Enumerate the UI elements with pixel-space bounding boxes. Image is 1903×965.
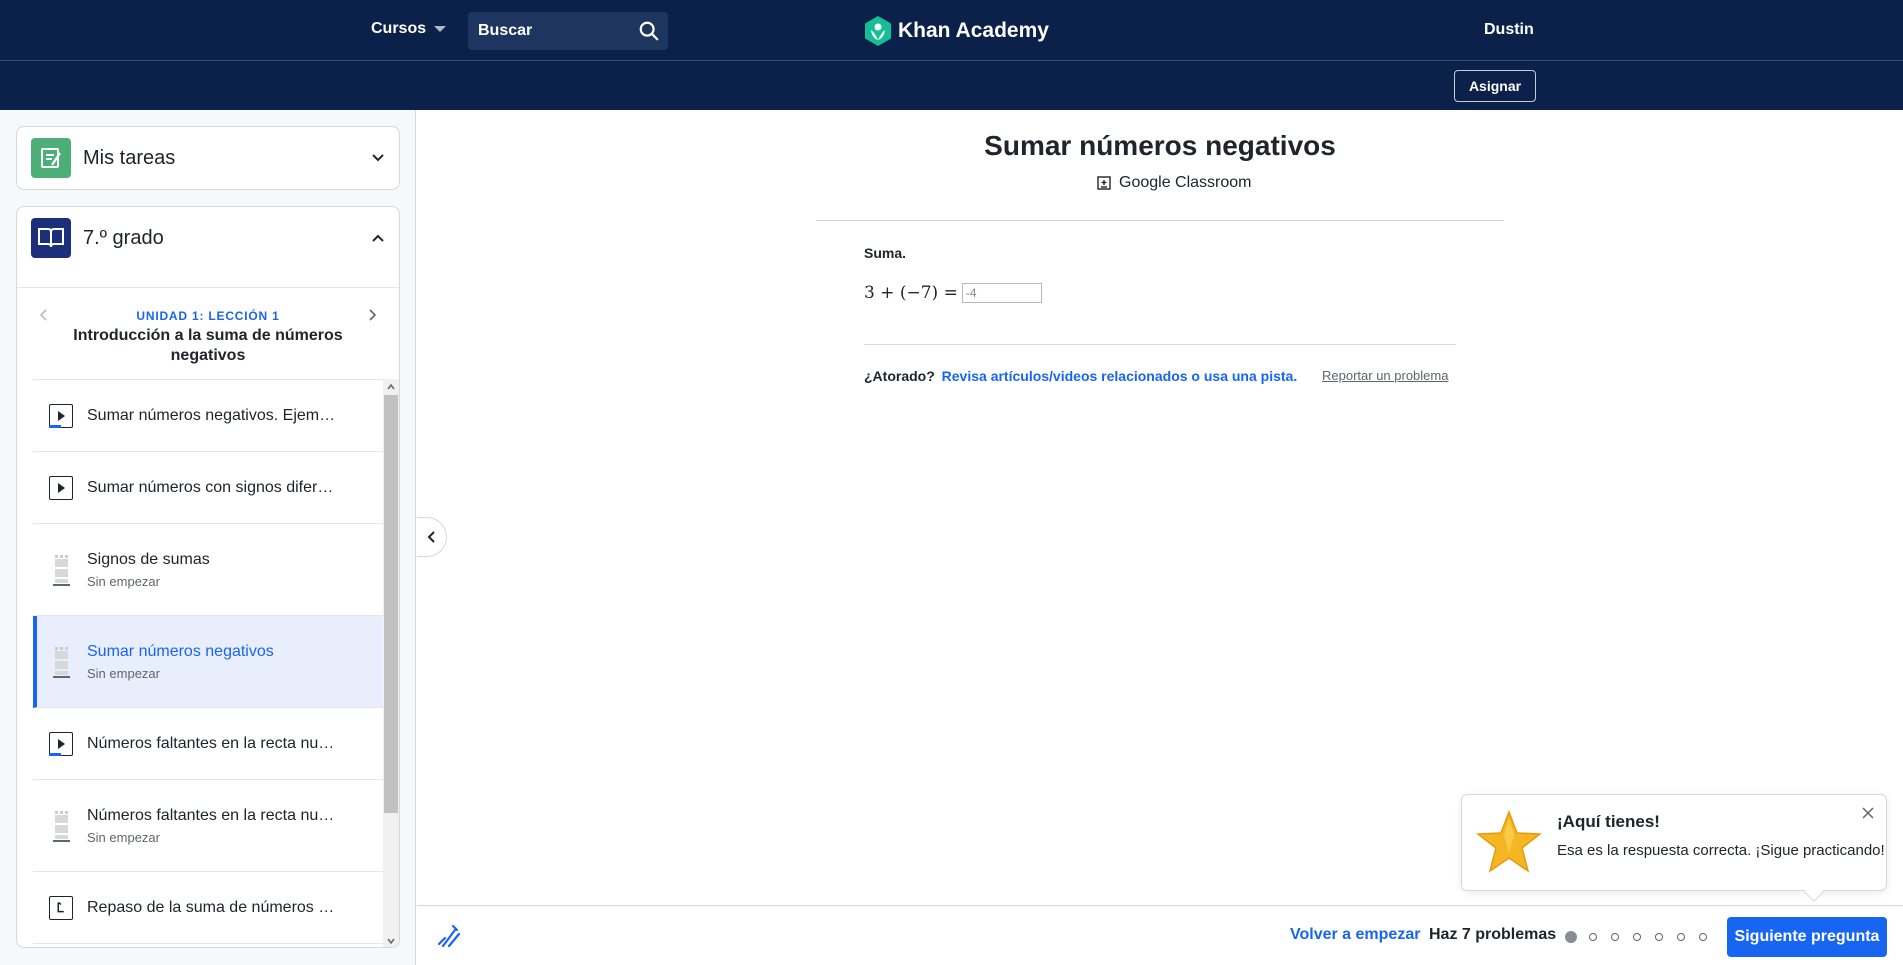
list-item[interactable]: Números faltantes en la recta numérica — [33, 708, 383, 780]
item-label: Números faltantes en la recta numérica — [87, 806, 337, 824]
item-label: Sumar números con signos diferentes — [87, 478, 337, 496]
list-item[interactable]: Sumar números con signos diferentes — [33, 452, 383, 524]
sidebar: Mis tareas 7.º grado UNIDAD 1: LECCIÓN 1… — [0, 110, 416, 965]
book-icon — [31, 218, 71, 258]
khan-logo-icon — [865, 16, 891, 46]
assign-button[interactable]: Asignar — [1454, 70, 1536, 102]
close-icon[interactable] — [1860, 805, 1876, 821]
next-lesson-icon[interactable] — [365, 308, 379, 322]
article-icon — [49, 895, 73, 920]
stuck-help: ¿Atorado? Revisa artículos/videos relaci… — [864, 368, 1297, 384]
item-status: Sin empezar — [87, 665, 160, 681]
item-label: Sumar números negativos. Ejemplo — [87, 406, 337, 424]
progress-dot — [1655, 933, 1663, 941]
star-icon — [1476, 809, 1542, 873]
progress-dot-complete — [1565, 931, 1577, 943]
problem-count: Haz 7 problemas — [1429, 926, 1557, 943]
progress-dot — [1611, 933, 1619, 941]
question-label: Suma. — [864, 245, 907, 261]
sidebar-scrollbar[interactable] — [383, 379, 399, 947]
equation: 3 + (−7) = — [864, 283, 1042, 303]
hint-link[interactable]: Revisa artículos/videos relacionados o u… — [942, 368, 1298, 384]
toast-message: Esa es la respuesta correcta. ¡Sigue pra… — [1557, 842, 1885, 859]
stuck-label: ¿Atorado? — [864, 368, 935, 384]
search-input[interactable] — [478, 22, 628, 40]
item-label: Sumar números negativos — [87, 642, 274, 660]
grade-title: 7.º grado — [83, 226, 164, 249]
next-question-button[interactable]: Siguiente pregunta — [1727, 917, 1887, 957]
equation-text: 3 + (−7) = — [864, 283, 958, 303]
top-navigation-bar: Cursos Khan Academy Dustin — [0, 0, 1903, 61]
toast-title: ¡Aquí tienes! — [1557, 812, 1660, 831]
item-label: Repaso de la suma de números negativos — [87, 898, 337, 916]
google-classroom-link[interactable]: Google Classroom — [1097, 174, 1252, 192]
progress-dot — [1699, 933, 1707, 941]
list-item[interactable]: Repaso de la suma de números negativos — [33, 872, 383, 944]
progress-dot — [1589, 933, 1597, 941]
courses-menu[interactable]: Cursos — [371, 20, 447, 38]
list-item[interactable]: Sumar números negativos. Ejemplo — [33, 380, 383, 452]
lesson-unit-label[interactable]: UNIDAD 1: LECCIÓN 1 — [57, 309, 359, 323]
chevron-left-icon — [427, 531, 435, 543]
lesson-title[interactable]: Introducción a la suma de números negati… — [67, 326, 349, 366]
video-icon — [49, 731, 73, 756]
item-status: Sin empezar — [87, 573, 160, 589]
khan-academy-logo[interactable]: Khan Academy — [864, 16, 1049, 46]
progress-dots — [1565, 931, 1709, 943]
courses-label: Cursos — [371, 20, 427, 37]
google-classroom-icon — [1097, 176, 1111, 190]
video-icon — [49, 403, 73, 428]
item-label: Números faltantes en la recta numérica — [87, 734, 337, 752]
caret-down-icon — [434, 26, 447, 32]
grade-card: 7.º grado UNIDAD 1: LECCIÓN 1 Introducci… — [16, 206, 400, 948]
lesson-navigator: UNIDAD 1: LECCIÓN 1 Introducción a la su… — [17, 287, 399, 379]
report-problem-link[interactable]: Reportar un problema — [1322, 368, 1448, 383]
chevron-up-icon[interactable] — [371, 231, 385, 245]
previous-lesson-icon[interactable] — [37, 308, 51, 322]
exercise-footer: Volver a empezar Haz 7 problemas Siguien… — [417, 905, 1903, 965]
collapse-sidebar-button[interactable] — [417, 517, 447, 557]
list-item[interactable]: Signos de sumas Sin empezar — [33, 524, 383, 616]
practice-tower-icon — [53, 554, 70, 586]
logo-text: Khan Academy — [898, 19, 1049, 42]
my-tasks-card[interactable]: Mis tareas — [16, 126, 400, 190]
practice-tower-icon — [53, 810, 70, 842]
scroll-down-icon[interactable] — [386, 936, 396, 946]
tasks-icon — [31, 138, 71, 178]
list-item[interactable]: Números faltantes en la recta numérica S… — [33, 780, 383, 872]
search-box — [468, 12, 668, 50]
progress-dot — [1633, 933, 1641, 941]
lesson-content-list: Sumar números negativos. Ejemplo Sumar n… — [33, 379, 383, 947]
feedback-toast: ¡Aquí tienes! Esa es la respuesta correc… — [1461, 794, 1887, 891]
exercise-title: Sumar números negativos — [984, 130, 1336, 161]
scrollbar-thumb[interactable] — [384, 395, 398, 813]
user-menu[interactable]: Dustin — [1484, 21, 1534, 39]
grade-header[interactable]: 7.º grado — [17, 207, 399, 269]
scratchpad-icon[interactable] — [435, 922, 463, 950]
my-tasks-title: Mis tareas — [83, 146, 176, 169]
list-item-active[interactable]: Sumar números negativos Sin empezar — [33, 616, 383, 708]
item-label: Signos de sumas — [87, 550, 210, 568]
chevron-down-icon[interactable] — [371, 151, 385, 165]
video-icon — [49, 475, 73, 500]
search-icon[interactable] — [638, 20, 660, 42]
answer-input[interactable] — [961, 283, 1042, 303]
practice-tower-icon — [53, 646, 70, 678]
divider — [864, 344, 1456, 345]
google-classroom-label: Google Classroom — [1119, 174, 1252, 191]
restart-button[interactable]: Volver a empezar — [1290, 926, 1420, 944]
progress-dot — [1677, 933, 1685, 941]
scroll-up-icon[interactable] — [386, 382, 396, 392]
divider — [816, 220, 1504, 221]
item-status: Sin empezar — [87, 829, 160, 845]
sub-navigation-bar — [0, 61, 1903, 110]
